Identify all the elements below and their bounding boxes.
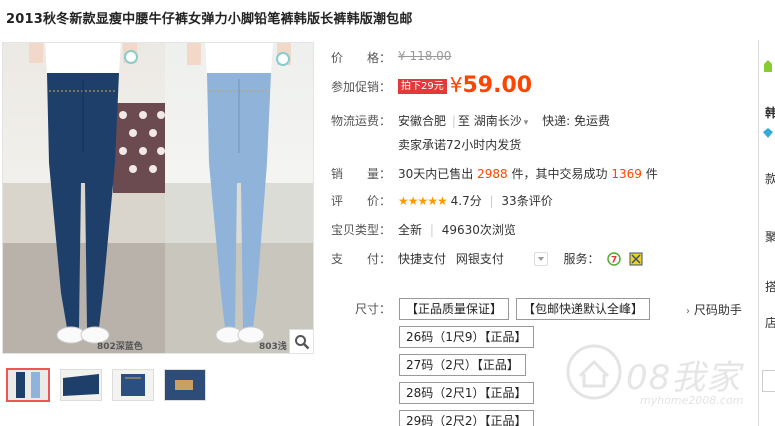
shop-name-char: 韩 [765, 106, 775, 120]
item-type-row: 宝贝类型： 全新 | 49630次浏览 [331, 223, 516, 237]
shop-logo-icon [764, 60, 772, 72]
item-condition: 全新 [398, 223, 423, 237]
zoom-button[interactable] [289, 329, 313, 353]
price-label: 价 格： [331, 51, 392, 65]
ship-from: 安徽合肥 [398, 114, 447, 128]
thumbnail-1[interactable] [6, 368, 50, 402]
shipping-row: 物流运费： 安徽合肥 | 至 湖南长沙 ▾ 快递: 免运费 [331, 114, 610, 128]
original-price: ¥ 118.00 [398, 49, 452, 63]
thumbnail-strip [6, 368, 206, 402]
sales-row: 销 量： 30天内已售出 2988 件，其中交易成功 1369 件 [331, 165, 658, 182]
image-panel-dark-jeans: 802深蓝色 [3, 43, 165, 353]
sales-suffix: 件 [645, 167, 658, 181]
shop-button[interactable] [762, 370, 775, 392]
sku-option-shipping[interactable]: 【包邮快递默认全峰】 [516, 298, 651, 320]
promo-price: 59.00 [462, 73, 533, 98]
payment-label: 支 付： [331, 252, 392, 266]
thumbnail-4[interactable] [164, 369, 206, 401]
ship-to-selector[interactable]: 湖南长沙 ▾ [474, 114, 529, 128]
currency-symbol: ¥ [449, 73, 463, 97]
delivery-promise-row: 卖家承诺72小时内发货 [331, 136, 521, 153]
service-label: 服务： [563, 252, 600, 266]
sales-prefix: 30天内已售出 [398, 167, 474, 181]
size-helper-link[interactable]: › 尺码助手 [686, 301, 742, 318]
size-helper-label: 尺码助手 [693, 303, 742, 317]
price-row: 价 格： ¥ 118.00 [331, 49, 451, 66]
svg-text:7: 7 [611, 256, 617, 266]
thumbnail-2[interactable] [60, 369, 102, 401]
image-panel-light-jeans: 803浅 [165, 43, 313, 353]
sku-option-size-28[interactable]: 28码（2尺1）【正品】 [399, 382, 534, 404]
sales-label: 销 量： [331, 167, 392, 181]
sku-option-size-26[interactable]: 26码（1尺9）【正品】 [399, 326, 534, 348]
ship-to: 湖南长沙 [473, 114, 522, 128]
express-fee: 快递: 免运费 [542, 114, 610, 128]
promo-label: 参加促销： [331, 80, 392, 94]
color-caption-left: 802深蓝色 [97, 342, 143, 352]
chevron-right-icon: › [686, 306, 690, 317]
shop-text-char-1: 款 [765, 172, 775, 186]
magnifier-icon [294, 334, 309, 349]
item-type-label: 宝贝类型： [331, 223, 392, 237]
main-product-image[interactable]: 802深蓝色 803浅 [2, 42, 314, 354]
ship-to-prefix: 至 [457, 114, 474, 128]
sku-option-quality[interactable]: 【正品质量保证】 [399, 298, 510, 320]
payment-method-bank: 网银支付 [455, 252, 504, 266]
sales-middle: 件，其中交易成功 [511, 167, 608, 181]
payment-dropdown[interactable] [533, 252, 548, 266]
watermark-url: myhome2008.com [640, 394, 744, 407]
rating-row: 评 价： ★★★★★ 4.7分 | 33条评价 [331, 194, 553, 208]
sku-option-size-27[interactable]: 27码（2尺）【正品】 [399, 354, 526, 376]
shop-side-panel: 韩 款 聚 搭 店 [758, 40, 775, 426]
success-count: 1369 [611, 167, 642, 181]
product-title: 2013秋冬新款显瘦中腰牛仔裤女弹力小脚铅笔裤韩版长裤韩版潮包邮 [6, 12, 413, 27]
promo-tag: 拍下29元 [398, 79, 447, 94]
size-label: 尺寸： [355, 302, 392, 316]
star-rating-icon: ★★★★★ [398, 194, 448, 208]
seven-day-return-icon[interactable]: 7 [607, 252, 622, 266]
payment-row: 支 付： 快捷支付 网银支付 服务： 7 [331, 250, 643, 267]
review-count-link[interactable]: 33条评价 [501, 194, 552, 208]
watermark-brand: 08我家 [626, 358, 742, 398]
rating-score: 4.7分 [450, 194, 482, 208]
shipping-label: 物流运费： [331, 114, 392, 128]
delivery-promise: 卖家承诺72小时内发货 [398, 138, 522, 152]
color-caption-right: 803浅 [259, 342, 287, 352]
payment-method-quick: 快捷支付 [398, 252, 447, 266]
view-count: 49630次浏览 [441, 223, 516, 237]
thumbnail-3[interactable] [112, 369, 154, 401]
shop-text-char-3: 搭 [765, 280, 775, 294]
sold-count: 2988 [477, 167, 508, 181]
chevron-down-icon: ▾ [523, 118, 529, 128]
guarantee-icon[interactable] [629, 252, 643, 266]
diamond-icon [763, 128, 773, 138]
shop-text-char-2: 聚 [765, 230, 775, 244]
sku-option-size-29[interactable]: 29码（2尺2）【正品】 [399, 410, 534, 426]
shop-text-char-4: 店 [765, 316, 775, 330]
rating-label: 评 价： [331, 194, 392, 208]
